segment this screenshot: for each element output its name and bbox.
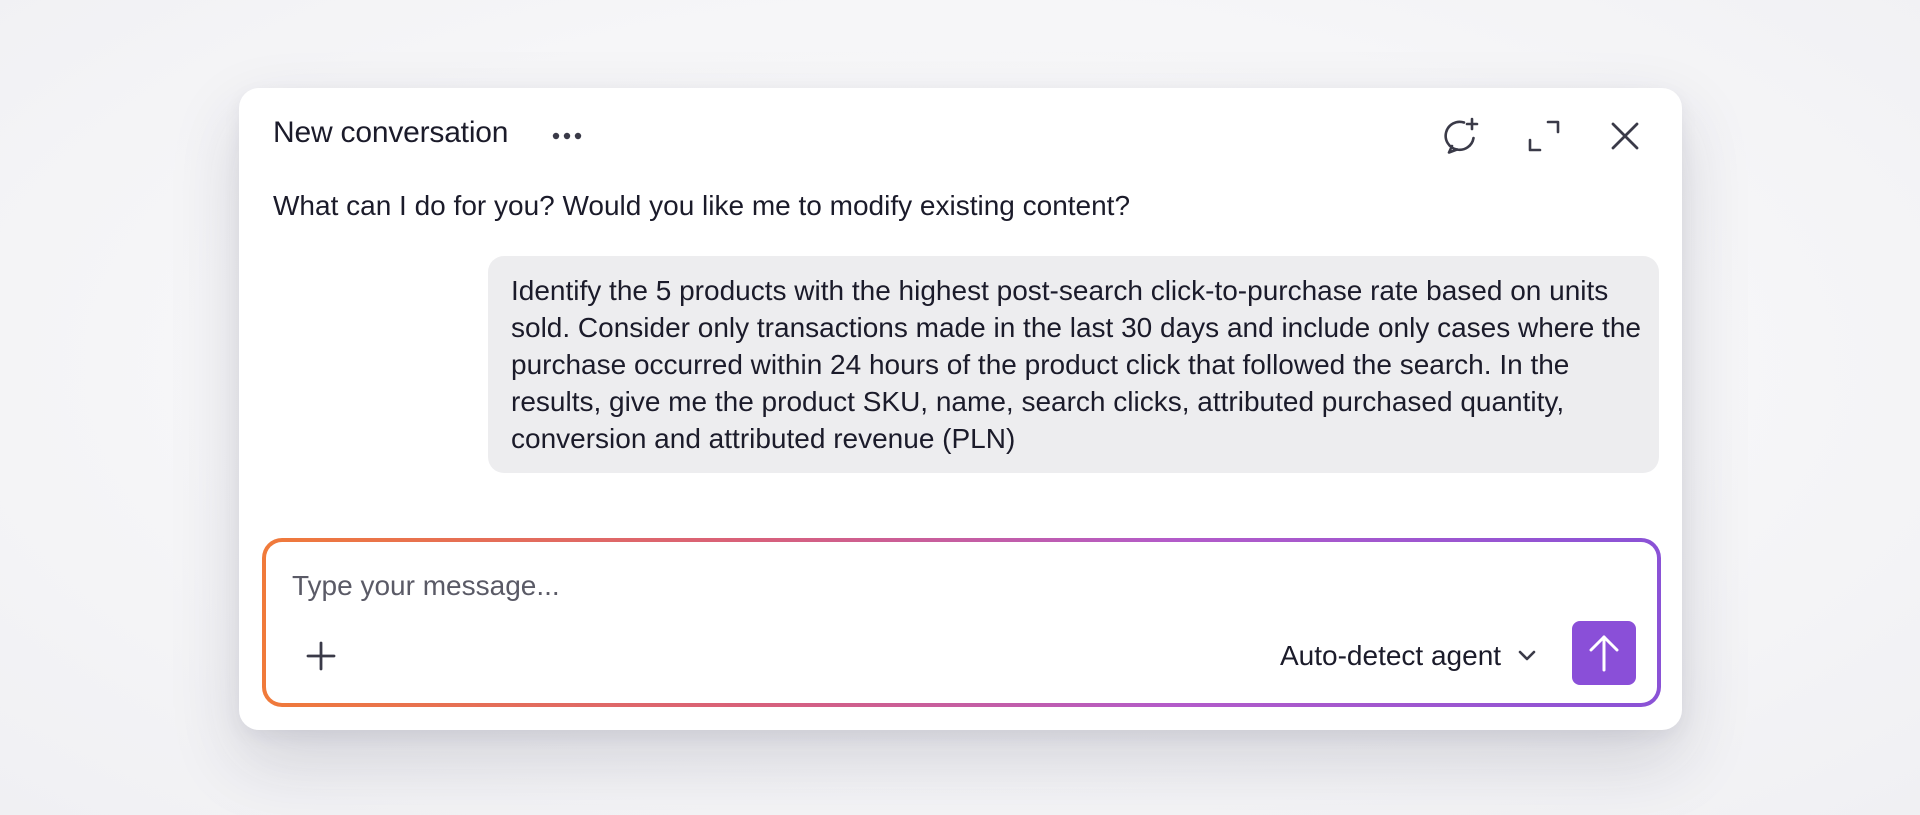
attach-button[interactable] <box>299 634 343 678</box>
conversation-title: New conversation <box>273 116 509 149</box>
more-options-button[interactable] <box>545 118 589 154</box>
expand-button[interactable] <box>1520 112 1568 160</box>
send-button[interactable] <box>1572 621 1636 685</box>
message-composer: Auto-detect agent <box>262 538 1661 707</box>
assistant-message: What can I do for you? Would you like me… <box>273 190 1131 221</box>
close-button[interactable] <box>1601 112 1649 160</box>
agent-selector-label: Auto-detect agent <box>1280 640 1502 671</box>
chat-panel: New conversation What can I do for you? … <box>239 88 1682 730</box>
arrow-up-icon <box>1589 635 1619 672</box>
chevron-down-icon <box>1518 650 1536 661</box>
chat-plus-icon <box>1444 117 1479 154</box>
new-chat-button[interactable] <box>1438 112 1486 160</box>
agent-selector[interactable]: Auto-detect agent <box>1280 634 1537 678</box>
expand-icon <box>1528 120 1560 152</box>
plus-icon <box>306 641 336 671</box>
close-icon <box>1611 122 1639 150</box>
message-input[interactable] <box>292 566 1292 606</box>
more-horizontal-icon <box>552 132 582 140</box>
user-message-bubble: Identify the 5 products with the highest… <box>488 256 1659 473</box>
